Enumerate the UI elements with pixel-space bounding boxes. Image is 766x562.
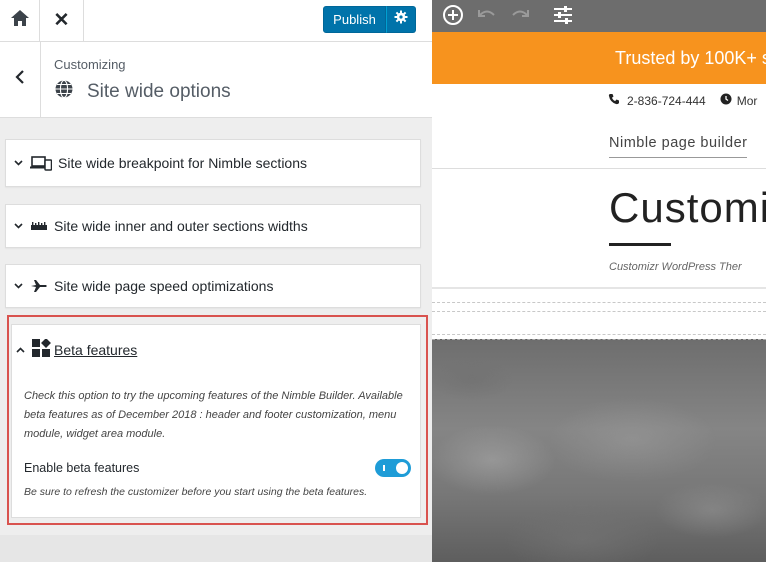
redo-icon[interactable] [509,4,531,26]
add-section-icon[interactable] [442,4,464,26]
gear-icon [394,10,408,29]
cloud-hero-image [432,339,766,562]
toggle-knob [396,462,408,474]
beta-features-title[interactable]: Beta features [54,342,137,358]
page-title-row: Site wide options [54,79,231,104]
ruler-icon [30,221,48,231]
site-preview: Trusted by 100K+ s 2-836-724-444 Mor Nim… [432,0,766,562]
page-title: Site wide options [87,80,231,102]
clock-icon [720,93,732,108]
site-title: Customi [609,184,766,231]
publish-settings-button[interactable] [386,6,416,33]
header-divider [432,168,766,169]
section-breakpoint[interactable]: Site wide breakpoint for Nimble sections [5,139,421,187]
globe-icon [54,79,74,104]
customizer-panel: ✕ Publish Customizing Site wide options … [0,0,432,562]
phone-number[interactable]: 2-836-724-444 [627,94,706,108]
section-beta-features: Beta features Check this option to try t… [11,324,421,518]
publish-button[interactable]: Publish [323,6,386,33]
enable-beta-toggle[interactable] [375,459,411,477]
devices-icon [30,155,52,171]
airplane-icon [30,279,48,293]
close-button[interactable]: ✕ [40,0,84,41]
enable-beta-label: Enable beta features [24,461,140,475]
blocks-icon [32,338,51,361]
contact-row: 2-836-724-444 Mor [608,93,757,108]
content-divider [432,287,766,289]
beta-section-header[interactable]: Beta features [16,338,137,361]
settings-sliders-icon[interactable] [552,4,574,26]
nimble-drop-zone-edge [432,334,766,335]
phone-icon [608,93,620,108]
back-button[interactable] [0,42,41,117]
beta-description: Check this option to try the upcoming fe… [24,390,403,440]
nimble-toolbar [432,0,766,32]
home-button[interactable] [0,0,40,41]
section-label: Site wide breakpoint for Nimble sections [58,155,308,171]
section-speed[interactable]: Site wide page speed optimizations [5,264,421,308]
chevron-left-icon [15,69,25,90]
section-label: Site wide inner and outer sections width… [54,218,308,234]
breadcrumb: Customizing [54,57,126,72]
nav-link[interactable]: Nimble page builder [609,135,748,158]
chevron-up-icon [16,347,26,353]
promo-banner: Trusted by 100K+ s [432,32,766,84]
undo-icon[interactable] [476,4,498,26]
home-icon [10,9,30,32]
chevron-down-icon [14,283,24,289]
close-icon: ✕ [53,10,70,31]
site-tagline: Customizr WordPress Ther [609,261,742,273]
toggle-on-marker [383,465,385,471]
chevron-down-icon [14,160,24,166]
chevron-down-icon [14,223,24,229]
hours-text: Mor [736,93,758,108]
banner-text: Trusted by 100K+ s [615,48,766,68]
nimble-drop-zone[interactable] [432,302,766,312]
customizer-topbar: ✕ Publish [0,0,432,42]
title-underline [609,243,671,246]
section-widths[interactable]: Site wide inner and outer sections width… [5,204,421,248]
section-label: Site wide page speed optimizations [54,278,274,294]
panel-header: Customizing Site wide options [0,42,432,118]
beta-refresh-note: Be sure to refresh the customizer before… [24,486,368,498]
panel-footer [0,535,432,562]
